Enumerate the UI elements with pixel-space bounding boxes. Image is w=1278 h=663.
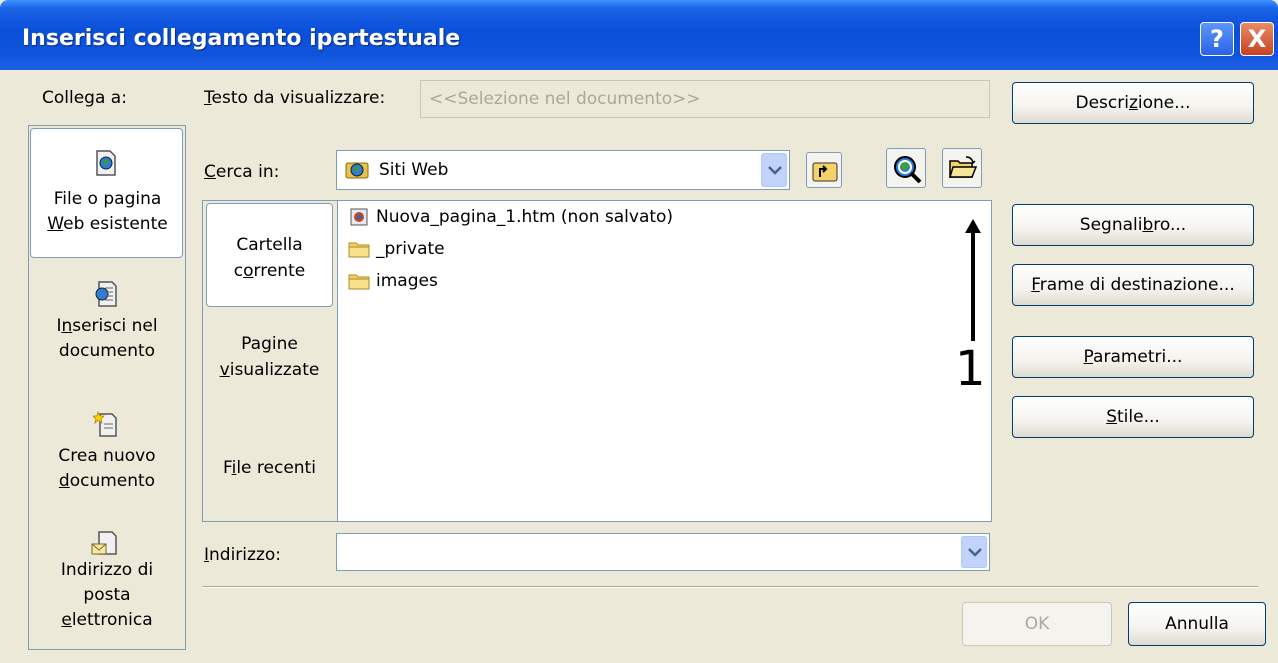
up-folder-icon (812, 162, 838, 182)
address-dropdown-arrow[interactable] (961, 536, 987, 568)
chevron-down-icon (768, 166, 782, 175)
help-button[interactable]: ? (1200, 22, 1234, 56)
tab-browsed-pages[interactable]: Pagine visualizzate (203, 331, 336, 401)
look-in-value: Siti Web (379, 160, 449, 180)
bookmark-button[interactable]: Segnalibro... (1012, 204, 1254, 246)
link-item-line2: posta (83, 585, 131, 605)
file-browser: Cartella corrente Pagine visualizzate Fi… (202, 200, 992, 522)
cancel-button[interactable]: Annulla (1128, 602, 1266, 646)
chevron-down-icon (968, 548, 982, 557)
style-button[interactable]: Stile... (1012, 396, 1254, 438)
link-item-line2: documento (58, 341, 156, 361)
link-item-mnemonic: e (61, 610, 72, 630)
tab-recent-files[interactable]: File recenti (203, 455, 336, 485)
link-item-line1: Indirizzo di (60, 560, 154, 580)
address-label: Indirizzo: (204, 545, 281, 565)
link-item-mnemonic: n (61, 316, 73, 336)
browse-web-icon (894, 156, 922, 184)
link-item-mnemonic: W (47, 214, 64, 234)
screentip-button[interactable]: Descrizione... (1012, 82, 1254, 124)
html-page-icon (350, 208, 368, 226)
file-list-item[interactable]: images (348, 267, 438, 295)
link-item-line1-rest: serisci nel (72, 316, 158, 336)
browse-file-button[interactable] (942, 148, 982, 188)
link-item-line1: Crea nuovo (58, 446, 156, 466)
folder-icon (348, 274, 370, 290)
web-page-icon (96, 150, 116, 176)
dialog-title: Inserisci collegamento ipertestuale (22, 26, 461, 51)
file-name: Nuova_pagina_1.htm (non salvato) (376, 207, 674, 227)
link-to-panel: File o pagina Web esistente Inserisci ne… (28, 125, 186, 650)
look-in-dropdown-arrow[interactable] (761, 153, 787, 187)
new-document-icon (93, 410, 117, 437)
link-to-label: Collega a: (42, 88, 127, 108)
ok-button[interactable]: OK (962, 602, 1112, 646)
hyperlink-dialog: Inserisci collegamento ipertestuale ? X … (0, 0, 1278, 663)
web-folder-icon (345, 162, 369, 179)
target-frame-button[interactable]: Frame di destinazione... (1012, 264, 1254, 306)
text-to-display-field[interactable]: <<Selezione nel documento>> (420, 80, 990, 118)
file-name: _private (376, 239, 445, 259)
file-list-item[interactable]: Nuova_pagina_1.htm (non salvato) (348, 203, 673, 231)
look-in-label: Cerca in: (204, 162, 280, 182)
parameters-button[interactable]: Parametri... (1012, 336, 1254, 378)
link-item-line2-rest: ocumento (69, 471, 156, 491)
text-to-display-label: Testo da visualizzare: (204, 88, 386, 108)
file-list-item[interactable]: _private (348, 235, 445, 263)
browse-web-button[interactable] (886, 148, 926, 188)
close-button[interactable]: X (1240, 22, 1274, 56)
open-folder-icon (948, 156, 978, 178)
tab-label-line1: Cartella (236, 235, 303, 255)
link-to-new-document[interactable]: Crea nuovo documento (29, 404, 185, 514)
link-item-mnemonic: d (58, 471, 70, 491)
title-bar: Inserisci collegamento ipertestuale ? X (0, 0, 1278, 70)
separator (202, 586, 1258, 588)
file-name: images (376, 271, 438, 291)
annotation-number: 1 (955, 341, 986, 397)
place-in-document-icon (95, 281, 117, 307)
link-to-existing-file[interactable]: File o pagina Web esistente (30, 128, 183, 258)
tab-current-folder[interactable]: Cartella corrente (206, 203, 333, 307)
link-item-line3-rest: lettronica (71, 610, 153, 630)
link-to-place-in-document[interactable]: Inserisci nel documento (29, 274, 185, 384)
link-item-line2: eb esistente (63, 214, 168, 234)
up-one-folder-button[interactable] (806, 152, 842, 188)
look-in-dropdown[interactable]: Siti Web (336, 150, 790, 190)
text-to-display-placeholder: <<Selezione nel documento>> (429, 89, 701, 109)
folder-icon (348, 242, 370, 258)
browse-tabs: Cartella corrente Pagine visualizzate Fi… (203, 201, 338, 521)
address-field[interactable] (336, 533, 990, 571)
email-address-icon (91, 531, 117, 555)
link-to-email-address[interactable]: Indirizzo di posta elettronica (29, 526, 185, 646)
link-item-line1: File o pagina (53, 189, 162, 209)
annotation-arrow (965, 219, 981, 341)
tab-label-line1: Pagine (241, 334, 298, 354)
